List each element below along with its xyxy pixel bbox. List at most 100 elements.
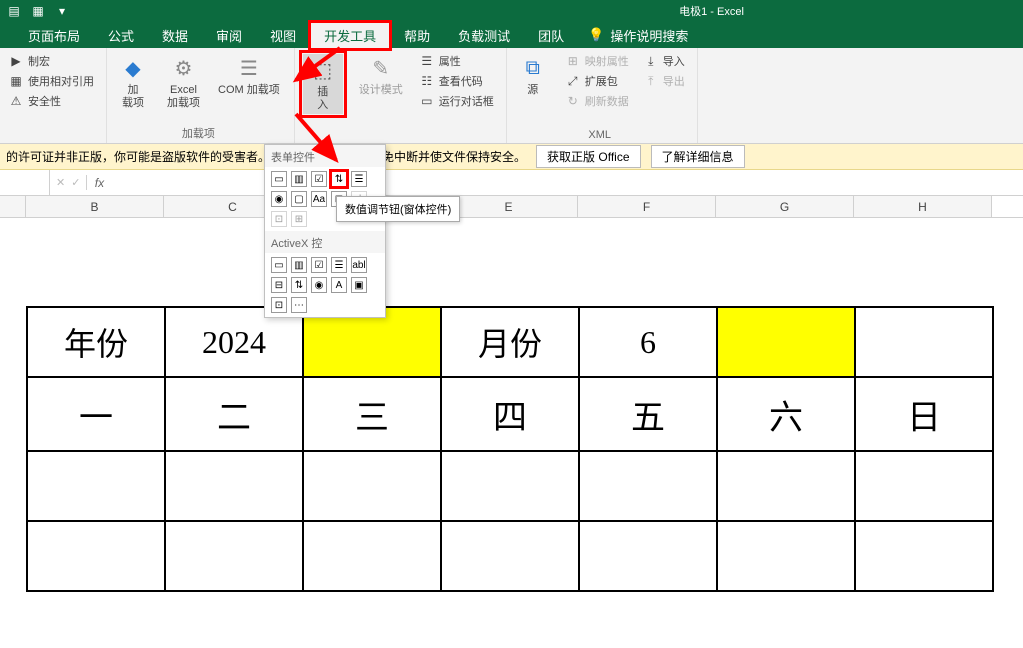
form-label[interactable]: Aa [311, 191, 327, 207]
design-mode-button[interactable]: ✎ 设计模式 [355, 52, 407, 99]
xml-source-button[interactable]: ⧉ 源 [513, 52, 553, 99]
col-G[interactable]: G [716, 196, 854, 217]
tab-developer[interactable]: 开发工具 [310, 22, 390, 49]
tab-view[interactable]: 视图 [256, 22, 310, 49]
ax-textbox[interactable]: abl [351, 257, 367, 273]
export-xml: ⤒导出 [641, 72, 687, 90]
calendar-cell[interactable] [579, 451, 717, 521]
weekday-sat[interactable]: 六 [717, 377, 855, 451]
select-all-corner[interactable] [0, 196, 26, 217]
weekday-mon[interactable]: 一 [27, 377, 165, 451]
view-code-button[interactable]: ☷查看代码 [417, 72, 496, 90]
form-listbox[interactable]: ☰ [351, 171, 367, 187]
weekday-thu[interactable]: 四 [441, 377, 579, 451]
tab-review[interactable]: 审阅 [202, 22, 256, 49]
addins-button[interactable]: ◆ 加 载项 [113, 52, 153, 112]
name-box[interactable] [0, 170, 50, 195]
ax-listbox[interactable]: ☰ [331, 257, 347, 273]
weekday-wed[interactable]: 三 [303, 377, 441, 451]
weekday-tue[interactable]: 二 [165, 377, 303, 451]
insert-controls-button[interactable]: ⬚ 插 入 [303, 54, 343, 114]
ax-button[interactable]: ▭ [271, 257, 287, 273]
calendar-cell[interactable] [855, 451, 993, 521]
get-genuine-button[interactable]: 获取正版 Office [536, 145, 640, 168]
ax-optionbutton[interactable]: ◉ [311, 277, 327, 293]
import-xml[interactable]: ⤓导入 [641, 52, 687, 70]
tab-formulas[interactable]: 公式 [94, 22, 148, 49]
cell-month-spinner[interactable] [717, 307, 855, 377]
excel-addins-button[interactable]: ⚙ Excel 加载项 [163, 52, 204, 112]
form-button[interactable]: ▭ [271, 171, 287, 187]
com-addins-button[interactable]: ☰ COM 加载项 [214, 52, 284, 99]
col-H[interactable]: H [854, 196, 992, 217]
calendar-cell[interactable] [303, 521, 441, 591]
expansion-pack[interactable]: ⤢扩展包 [563, 72, 631, 90]
calendar-cell[interactable] [855, 521, 993, 591]
shield-icon: ⚠ [8, 93, 24, 109]
puzzle-icon: ◆ [117, 54, 149, 82]
ax-spinbutton[interactable]: ⇅ [291, 277, 307, 293]
properties-button[interactable]: ☰属性 [417, 52, 496, 70]
group-label-xml: XML [513, 129, 687, 141]
form-optionbutton[interactable]: ◉ [271, 191, 287, 207]
ax-label[interactable]: A [331, 277, 347, 293]
worksheet-grid[interactable]: 年份 2024 月份 6 一 二 三 四 五 六 日 [0, 218, 1023, 648]
fx-label[interactable]: fx [87, 176, 111, 190]
calendar-cell[interactable] [717, 451, 855, 521]
calendar-cell[interactable] [441, 451, 579, 521]
calendar-cell[interactable] [579, 521, 717, 591]
qat-dropdown-icon[interactable]: ▾ [54, 3, 70, 19]
col-F[interactable]: F [578, 196, 716, 217]
weekday-sun[interactable]: 日 [855, 377, 993, 451]
calendar-cell[interactable] [165, 451, 303, 521]
design-icon: ✎ [365, 54, 397, 82]
cell-month-value[interactable]: 6 [579, 307, 717, 377]
ax-image[interactable]: ▣ [351, 277, 367, 293]
ax-more[interactable]: ⋯ [291, 297, 307, 313]
tab-loadtest[interactable]: 负载测试 [444, 22, 524, 49]
ax-scrollbar[interactable]: ⊟ [271, 277, 287, 293]
form-spinbutton[interactable]: ⇅ [331, 171, 347, 187]
record-macro[interactable]: ▶制宏 [6, 52, 96, 70]
learn-more-button[interactable]: 了解详细信息 [651, 145, 745, 168]
run-dialog-button[interactable]: ▭运行对话框 [417, 92, 496, 110]
tab-team[interactable]: 团队 [524, 22, 578, 49]
insert-controls-icon: ⬚ [307, 56, 339, 84]
spinbutton-tooltip: 数值调节钮(窗体控件) [336, 196, 460, 222]
form-checkbox[interactable]: ☑ [311, 171, 327, 187]
form-groupbox[interactable]: ▢ [291, 191, 307, 207]
col-E[interactable]: E [440, 196, 578, 217]
weekday-fri[interactable]: 五 [579, 377, 717, 451]
ax-combobox[interactable]: ▥ [291, 257, 307, 273]
cell-month-label[interactable]: 月份 [441, 307, 579, 377]
activex-controls-label: ActiveX 控 [265, 231, 385, 253]
calendar-cell[interactable] [27, 451, 165, 521]
macro-security[interactable]: ⚠安全性 [6, 92, 96, 110]
tab-page-layout[interactable]: 页面布局 [14, 22, 94, 49]
search-label: 操作说明搜索 [610, 26, 688, 45]
form-combobox[interactable]: ▥ [291, 171, 307, 187]
calendar-cell[interactable] [717, 521, 855, 591]
cell-empty[interactable] [855, 307, 993, 377]
calendar-cell[interactable] [303, 451, 441, 521]
title-bar: ▤ ▦ ▾ 电极1 - Excel [0, 0, 1023, 22]
group-label-addins: 加载项 [113, 125, 284, 141]
col-B[interactable]: B [26, 196, 164, 217]
activex-controls-grid: ▭ ▥ ☑ ☰ abl ⊟ ⇅ ◉ A ▣ ⊡ ⋯ [265, 253, 385, 317]
ax-togglebutton[interactable]: ⊡ [271, 297, 287, 313]
source-icon: ⧉ [517, 54, 549, 82]
tab-help[interactable]: 帮助 [390, 22, 444, 49]
relative-ref[interactable]: ▦使用相对引用 [6, 72, 96, 90]
calendar-cell[interactable] [27, 521, 165, 591]
cell-year-label[interactable]: 年份 [27, 307, 165, 377]
refresh-icon: ↻ [565, 93, 581, 109]
tab-data[interactable]: 数据 [148, 22, 202, 49]
save-icon[interactable]: ▤ [6, 3, 22, 19]
tell-me-search[interactable]: 💡 操作说明搜索 [588, 26, 688, 45]
cancel-icon[interactable]: ✕ [56, 176, 65, 189]
enter-icon[interactable]: ✓ [71, 176, 80, 189]
calendar-cell[interactable] [441, 521, 579, 591]
ax-checkbox[interactable]: ☑ [311, 257, 327, 273]
calendar-cell[interactable] [165, 521, 303, 591]
table-icon[interactable]: ▦ [30, 3, 46, 19]
